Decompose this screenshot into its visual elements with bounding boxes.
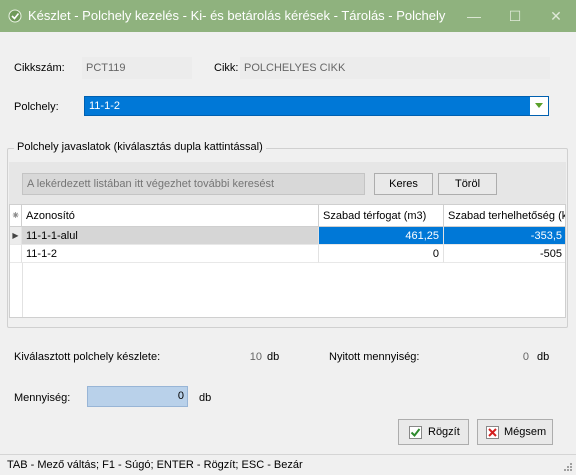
status-bar: TAB - Mező váltás; F1 - Súgó; ENTER - Rö… xyxy=(0,454,576,475)
clear-button[interactable]: Töröl xyxy=(438,173,497,195)
cell-free-load: -505 xyxy=(444,245,565,263)
search-button[interactable]: Keres xyxy=(374,173,433,195)
quantity-label: Mennyiség: xyxy=(14,392,71,404)
cell-id: 11-1-1-alul xyxy=(22,227,319,245)
suggestions-grid[interactable]: ⁕ Azonosító Szabad térfogat (m3) Szabad … xyxy=(9,204,566,318)
window-title: Készlet - Polchely kezelés - Ki- és betá… xyxy=(28,8,446,23)
column-header-free-volume[interactable]: Szabad térfogat (m3) xyxy=(319,205,444,227)
open-qty-label: Nyitott mennyiség: xyxy=(329,351,420,363)
quantity-input[interactable]: 0 xyxy=(87,386,188,407)
triangle-down-icon xyxy=(535,103,543,108)
column-header-free-load[interactable]: Szabad terhelhetőség (k xyxy=(444,205,565,227)
location-select[interactable]: 11-1-2 xyxy=(84,96,549,116)
close-button[interactable]: ✕ xyxy=(539,0,573,32)
search-input[interactable] xyxy=(22,173,365,195)
open-qty-unit: db xyxy=(537,351,550,363)
maximize-button[interactable]: ☐ xyxy=(498,0,532,32)
resize-grip-icon[interactable] xyxy=(561,460,573,472)
open-qty-value: 0 xyxy=(522,351,529,363)
item-name-field: POLCHELYES CIKK xyxy=(240,57,550,79)
row-indicator xyxy=(10,245,22,263)
grid-corner: ⁕ xyxy=(10,205,22,227)
table-row[interactable]: 11-1-2 0 -505 xyxy=(10,245,565,263)
item-code-field: PCT119 xyxy=(82,57,192,79)
cancel-icon xyxy=(486,426,499,439)
cell-free-volume: 461,25 xyxy=(319,227,444,245)
app-icon xyxy=(8,9,22,23)
dropdown-button[interactable] xyxy=(530,97,548,115)
save-button[interactable]: Rögzít xyxy=(398,419,469,445)
row-header-strip xyxy=(10,263,23,317)
cancel-button-label: Mégsem xyxy=(504,426,547,438)
location-select-value: 11-1-2 xyxy=(89,100,120,112)
suggestions-group-title: Polchely javaslatok (kiválasztás dupla k… xyxy=(14,141,266,153)
location-stock-label: Kiválasztott polchely készlete: xyxy=(14,351,161,363)
item-name-label: Cikk: xyxy=(214,62,239,74)
checkmark-icon xyxy=(409,426,422,439)
quantity-unit: db xyxy=(199,392,212,404)
cell-free-load: -353,5 xyxy=(444,227,565,245)
save-button-label: Rögzít xyxy=(428,426,460,438)
location-stock-value: 10 xyxy=(249,351,262,363)
title-bar: Készlet - Polchely kezelés - Ki- és betá… xyxy=(0,0,576,32)
cell-id: 11-1-2 xyxy=(22,245,319,263)
table-row[interactable]: ▶ 11-1-1-alul 461,25 -353,5 xyxy=(10,227,565,245)
location-stock-unit: db xyxy=(267,351,280,363)
column-header-id[interactable]: Azonosító xyxy=(22,205,319,227)
location-label: Polchely: xyxy=(14,101,59,113)
cancel-button[interactable]: Mégsem xyxy=(477,419,553,445)
minimize-button[interactable]: — xyxy=(457,0,491,32)
cell-free-volume: 0 xyxy=(319,245,444,263)
item-code-label: Cikkszám: xyxy=(14,62,65,74)
row-indicator-icon: ▶ xyxy=(10,227,22,245)
